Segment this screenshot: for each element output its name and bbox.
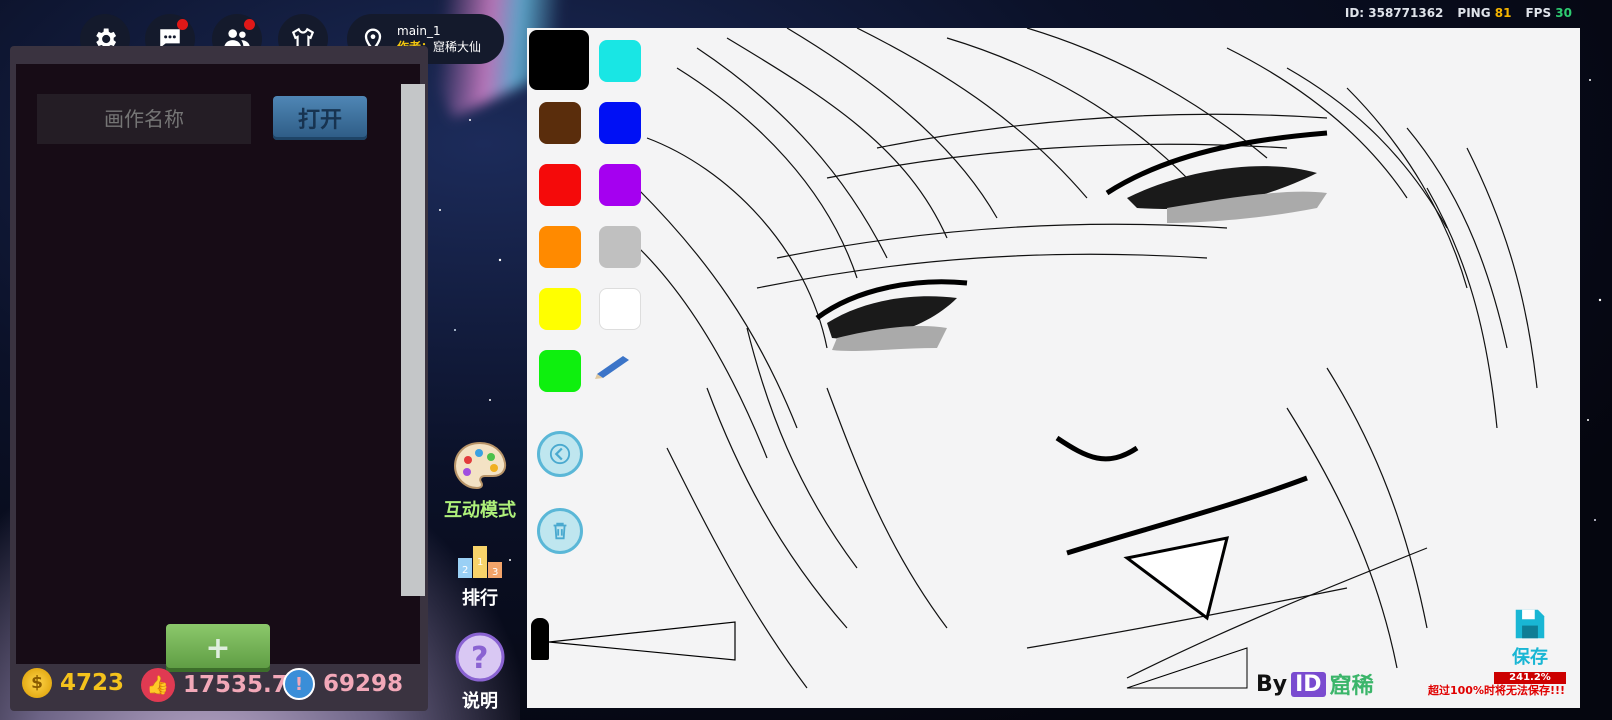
storage-warning: 超过100%时将无法保存!!! [1428,684,1566,697]
artwork-list[interactable]: 打开 + [16,64,425,672]
like-balance: 👍 17535.7 [141,668,288,702]
ranking-button[interactable]: 2 1 3 排行 [436,540,524,610]
svg-text:?: ? [471,641,488,676]
chevron-left-icon [549,443,571,465]
id-badge: ID [1291,671,1326,697]
podium-icon: 2 1 3 [458,546,502,578]
drawing-canvas[interactable] [527,28,1580,708]
artwork-panel: 打开 + [10,46,428,711]
notification-dot [177,19,188,30]
interactive-mode-label: 互动模式 [444,500,516,521]
color-swatch[interactable] [539,102,581,144]
help-button[interactable]: ? 说明 [436,631,524,713]
color-swatch[interactable] [599,40,641,82]
pencil-tool-icon[interactable] [593,350,633,380]
trash-icon [553,522,567,540]
clear-button[interactable] [537,508,583,554]
color-swatch[interactable] [599,288,641,330]
artist-name: 窟稀 [1329,674,1374,699]
fps-value: 30 [1555,6,1572,20]
coin-icon: $ [22,668,52,698]
interactive-mode-button[interactable]: 互动模式 [436,440,524,522]
color-swatch[interactable] [599,102,641,144]
notification-dot [244,19,255,30]
color-swatch[interactable] [539,226,581,268]
save-button[interactable]: 保存 [1500,605,1560,669]
color-swatch[interactable] [539,350,581,392]
undo-button[interactable] [537,431,583,477]
like-value: 17535.7 [183,672,288,698]
coin-balance: $ 4723 [22,668,124,698]
scrollbar[interactable] [401,84,425,596]
ping-value: 81 [1494,6,1512,20]
svg-text:1: 1 [477,557,483,568]
color-swatch[interactable] [599,164,641,206]
status-bar: ID: 358771362 PING 81 FPS 30 [1345,6,1572,20]
save-label: 保存 [1512,647,1548,668]
color-swatch[interactable] [539,164,581,206]
add-button[interactable]: + [166,624,270,672]
alert-value: 69298 [323,671,404,697]
brush-size-handle[interactable] [531,618,549,660]
thumbs-up-icon: 👍 [141,668,175,702]
help-label: 说明 [462,691,498,712]
color-swatch[interactable] [539,288,581,330]
color-swatch[interactable] [599,226,641,268]
map-name: main_1 [397,24,441,38]
brush-size-slider[interactable] [549,620,739,662]
artwork-name-input[interactable] [37,94,251,144]
ping-label: PING [1457,6,1491,20]
floppy-disk-icon [1515,609,1545,639]
coin-value: 4723 [60,670,125,696]
question-icon: ? [455,632,505,682]
color-swatch[interactable] [529,30,589,90]
svg-text:2: 2 [462,565,468,576]
exclamation-icon: ! [283,668,315,700]
fps-label: FPS [1525,6,1552,20]
player-id: ID: 358771362 [1344,6,1444,20]
alert-balance: ! 69298 [283,668,403,700]
svg-text:3: 3 [492,567,498,578]
by-label: By [1256,671,1288,697]
palette-icon [453,441,507,490]
ranking-label: 排行 [462,588,498,609]
sketch-artwork [616,28,1538,689]
open-button[interactable]: 打开 [273,96,367,140]
artist-byline: By ID 窟稀 [1256,668,1374,700]
